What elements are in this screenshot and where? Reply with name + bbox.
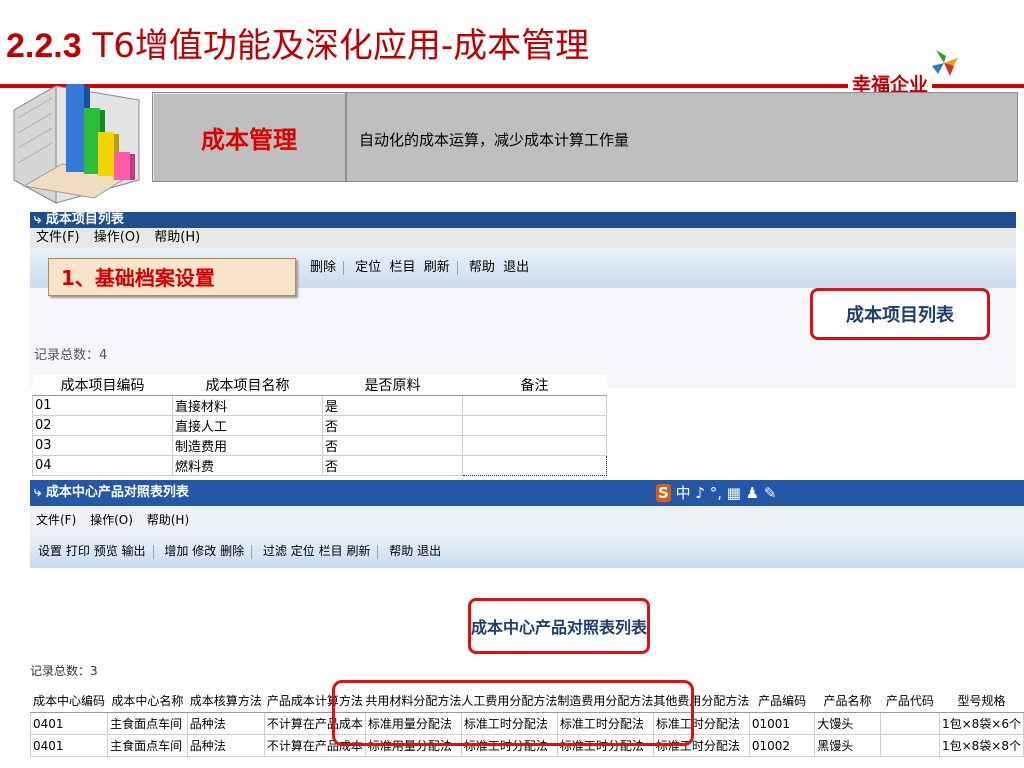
menu-operation[interactable]: 操作(O) [94,230,140,245]
record-count: 记录总数：4 [34,348,108,363]
table-cell[interactable]: 黑馒头 [814,734,881,757]
slide-title: 2.2.3 T6增值功能及深化应用-成本管理 [6,18,589,67]
filter-button[interactable]: 过滤 [263,534,287,568]
table-cell[interactable]: 0401 [30,712,109,735]
settings-button[interactable]: 设置 [38,534,62,568]
module-description-panel: 自动化的成本运算，减少成本计算工作量 [346,92,1018,182]
cost-item-list-window: ⤷ 成本项目列表 文件(F) 操作(O) 帮助(H) 删除 定位 栏目 刷新 帮… [30,212,1016,480]
column-header[interactable]: 产品名称 [814,688,881,713]
section-label: 1、基础档案设置 [48,258,296,296]
help-button[interactable]: 帮助 [389,534,413,568]
title-number: 2.2.3 [6,27,82,65]
table-cell[interactable]: 大馒头 [814,712,881,735]
window-title: 成本中心产品对照表列表 [45,485,189,500]
table-cell[interactable]: 04 [32,455,173,476]
window-titlebar: ⤷ 成本中心产品对照表列表 [30,480,1024,506]
menu-file[interactable]: 文件(F) [36,513,76,527]
column-header[interactable]: 成本中心编码 [30,688,108,713]
refresh-button[interactable]: 刷新 [424,248,450,288]
locate-button[interactable]: 定位 [291,534,315,568]
columns-button[interactable]: 栏目 [389,248,415,288]
table-cell[interactable] [879,712,940,735]
columns-button[interactable]: 栏目 [319,534,343,568]
table-cell[interactable]: 否 [322,435,463,456]
table-cell-editing[interactable] [462,455,607,476]
table-cell[interactable] [462,395,607,416]
delete-button[interactable]: 删除 [310,248,336,288]
list-header-area: 成本项目列表 记录总数：4 [30,288,1016,388]
locate-button[interactable]: 定位 [355,248,381,288]
window-title: 成本项目列表 [45,212,124,227]
table-cell[interactable]: 主食面点车间 [107,712,188,735]
ime-status[interactable]: 中 ♪ °, ▦ ♟ ✎ [676,484,777,502]
allocation-methods-highlight [332,680,694,746]
module-label: 成本管理 [152,92,346,182]
record-count: 记录总数：3 [30,664,98,678]
help-button[interactable]: 帮助 [469,248,495,288]
menu-bar: 文件(F) 操作(O) 帮助(H) [30,228,1016,248]
column-header[interactable]: 产品代码 [880,688,940,713]
menu-help[interactable]: 帮助(H) [147,513,189,527]
table-cell[interactable] [462,415,607,436]
column-header[interactable]: 成本项目编码 [32,375,173,396]
exit-button[interactable]: 退出 [503,248,529,288]
menu-operation[interactable]: 操作(O) [90,513,133,527]
table-cell[interactable]: 1包×8袋×8个 [938,734,1024,757]
menu-bar: 文件(F) 操作(O) 帮助(H) [30,506,1024,534]
table-cell[interactable]: 燃料费 [172,455,323,476]
ime-toolbar[interactable]: S 中 ♪ °, ▦ ♟ ✎ [656,480,776,506]
column-header[interactable]: 成本中心名称 [107,688,188,713]
refresh-button[interactable]: 刷新 [346,534,370,568]
table-cell[interactable]: 否 [322,415,463,436]
cost-item-table: 成本项目编码 成本项目名称 是否原料 备注 01 直接材料是 02 直接人工否 03… [32,375,607,476]
column-header[interactable]: 是否原料 [322,375,463,396]
menu-help[interactable]: 帮助(H) [154,230,200,245]
column-header[interactable]: 产品编码 [749,688,815,713]
table-cell[interactable]: 制造费用 [172,435,323,456]
table-cell[interactable]: 直接材料 [172,395,323,416]
chart-cube-icon [13,84,140,204]
add-button[interactable]: 增加 [164,534,188,568]
list-heading: 成本项目列表 [810,288,990,340]
table-cell[interactable]: 品种法 [186,734,265,757]
table-cell[interactable] [462,435,607,456]
title-text: T6增值功能及深化应用-成本管理 [92,26,590,66]
table-cell[interactable]: 03 [32,435,173,456]
column-header[interactable]: 成本项目名称 [172,375,323,396]
table-cell[interactable]: 01 [32,395,173,416]
table-cell[interactable]: 直接人工 [172,415,323,436]
column-header[interactable]: 备注 [462,375,607,396]
edit-button[interactable]: 修改 [192,534,216,568]
table-cell[interactable]: 否 [322,455,463,476]
pinwheel-icon [932,50,958,76]
column-header[interactable]: 型号规格 [939,688,1024,713]
table-cell[interactable]: 主食面点车间 [107,734,188,757]
table-row[interactable]: 03 制造费用否 [32,435,607,456]
module-description: 自动化的成本运算，减少成本计算工作量 [359,131,630,149]
table-cell[interactable]: 01001 [748,712,816,735]
column-header[interactable]: 成本核算方法 [187,688,265,713]
export-button[interactable]: 输出 [122,534,146,568]
table-cell[interactable]: 是 [322,395,463,416]
window-titlebar: ⤷ 成本项目列表 [30,212,1016,228]
exit-button[interactable]: 退出 [417,534,441,568]
table-row[interactable]: 02 直接人工否 [32,415,607,436]
delete-button[interactable]: 删除 [220,534,244,568]
toolbar: 设置 打印 预览 输出 增加 修改 删除 过滤 定位 栏目 刷新 帮助 退出 [30,534,1024,568]
menu-file[interactable]: 文件(F) [36,230,80,245]
table-cell[interactable]: 01002 [748,734,816,757]
print-button[interactable]: 打印 [66,534,90,568]
ime-logo-icon[interactable]: S [656,484,671,502]
table-cell[interactable]: 02 [32,415,173,436]
preview-button[interactable]: 预览 [94,534,118,568]
table-row[interactable]: 04 燃料费否 [32,455,607,476]
table-cell[interactable]: 品种法 [186,712,265,735]
list-heading: 成本中心产品对照表列表 [468,598,650,654]
table-cell[interactable]: 0401 [30,734,109,757]
cost-center-product-window: ⤷ 成本中心产品对照表列表 S 中 ♪ °, ▦ ♟ ✎ 文件(F) 操作(O)… [30,480,1024,768]
table-row[interactable]: 01 直接材料是 [32,395,607,416]
table-cell[interactable] [879,734,940,757]
table-cell[interactable]: 1包×8袋×6个 [938,712,1024,735]
table-header-row: 成本项目编码 成本项目名称 是否原料 备注 [32,375,607,396]
